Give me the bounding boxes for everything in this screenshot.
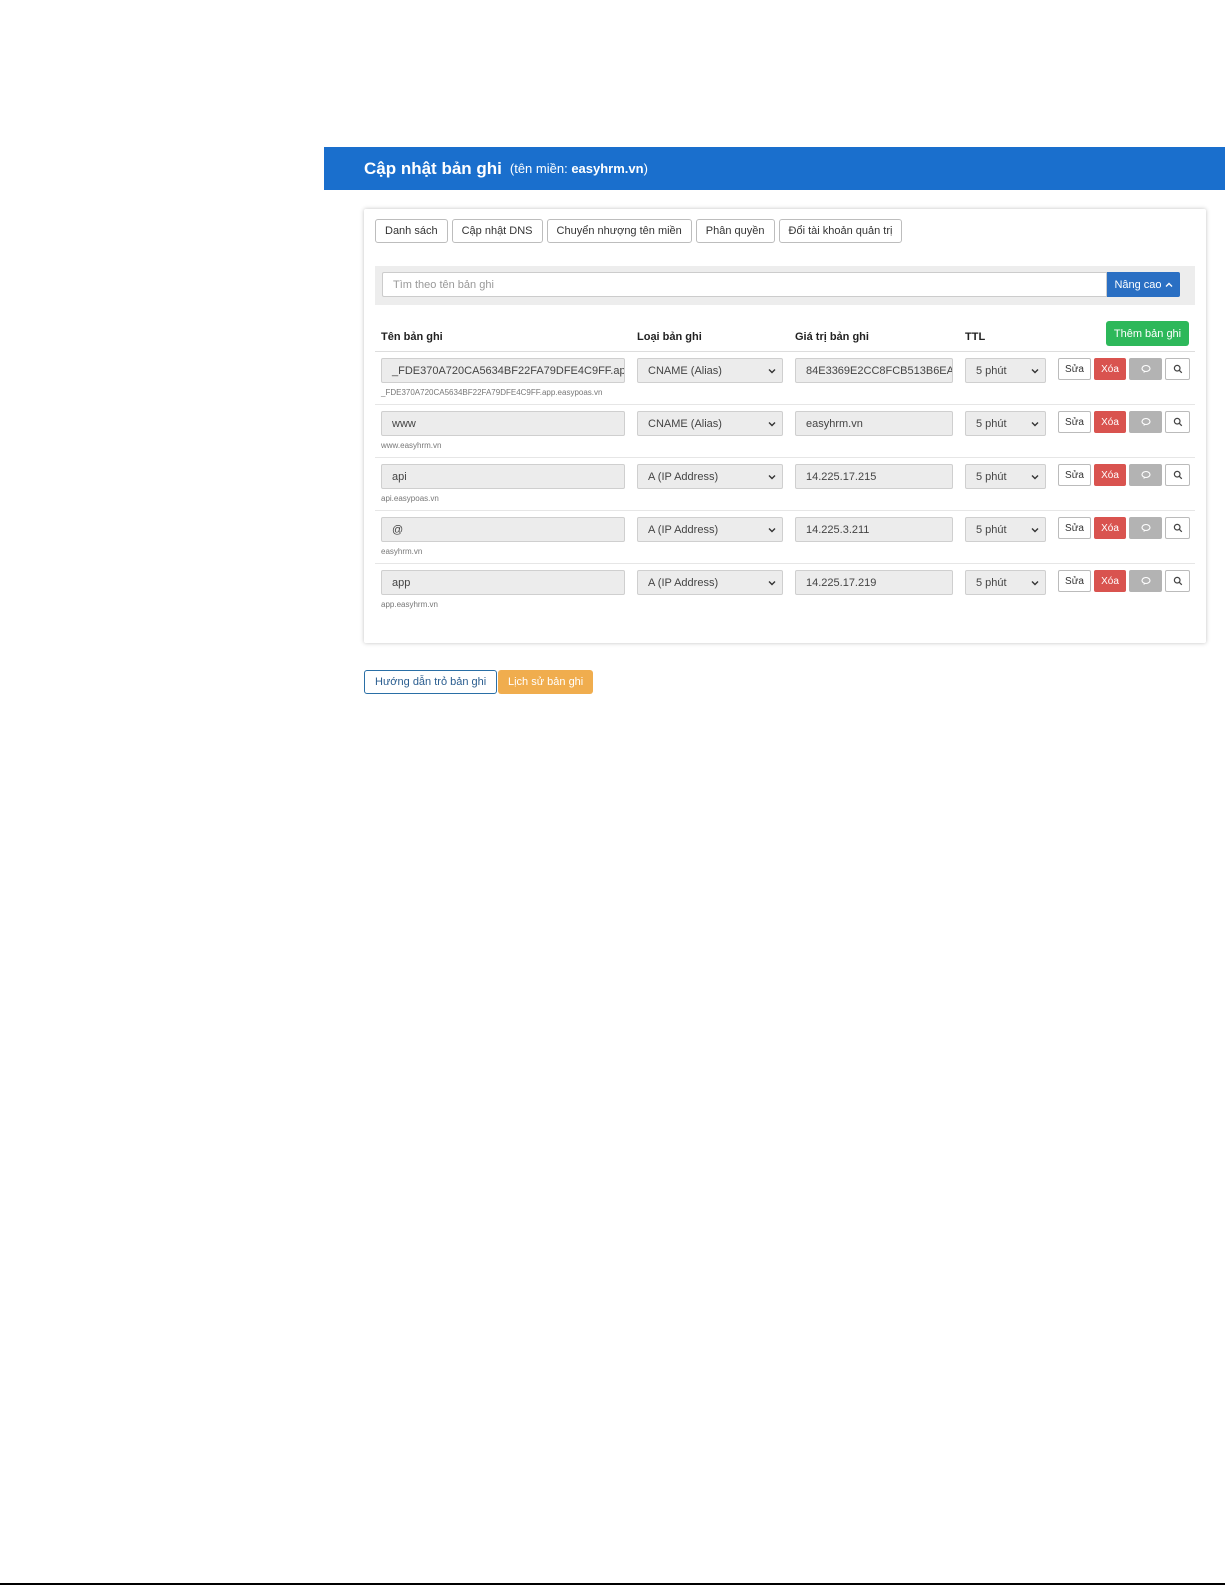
- chevron-down-icon: [1031, 422, 1039, 427]
- record-full-name: _FDE370A720CA5634BF22FA79DFE4C9FF.app.ea…: [381, 388, 603, 397]
- chevron-down-icon: [768, 581, 776, 586]
- page-header: Cập nhật bản ghi (tên miền: easyhrm.vn): [324, 147, 1225, 190]
- page-title: Cập nhật bản ghi: [364, 158, 502, 178]
- record-ttl-select[interactable]: 5 phút: [965, 358, 1046, 383]
- comment-button[interactable]: [1129, 411, 1162, 433]
- chevron-down-icon: [1031, 475, 1039, 480]
- search-input[interactable]: Tìm theo tên bản ghi: [382, 272, 1107, 297]
- record-ttl-select[interactable]: 5 phút: [965, 517, 1046, 542]
- chevron-down-icon: [1031, 581, 1039, 586]
- record-full-name: app.easyhrm.vn: [381, 600, 438, 609]
- comment-icon: [1140, 523, 1151, 532]
- delete-button[interactable]: Xóa: [1094, 570, 1126, 592]
- record-guide-button[interactable]: Hướng dẫn trỏ bản ghi: [364, 670, 498, 694]
- record-value-input[interactable]: 14.225.17.215: [795, 464, 953, 489]
- record-name-input[interactable]: api: [381, 464, 625, 489]
- chevron-down-icon: [768, 369, 776, 374]
- record-full-name: api.easypoas.vn: [381, 494, 439, 503]
- record-name-input[interactable]: _FDE370A720CA5634BF22FA79DFE4C9FF.app: [381, 358, 625, 383]
- tab-bar: Danh sách Cập nhật DNS Chuyển nhượng tên…: [375, 219, 903, 243]
- record-ttl-select[interactable]: 5 phút: [965, 464, 1046, 489]
- record-type-select[interactable]: CNAME (Alias): [637, 411, 783, 436]
- record-name-input[interactable]: @: [381, 517, 625, 542]
- column-header-type: Loại bản ghi: [637, 331, 702, 343]
- advanced-label: Nâng cao: [1114, 278, 1162, 291]
- edit-button[interactable]: Sửa: [1058, 517, 1091, 539]
- lookup-button[interactable]: [1165, 464, 1190, 486]
- edit-button[interactable]: Sửa: [1058, 570, 1091, 592]
- record-history-button[interactable]: Lịch sử bản ghi: [498, 670, 594, 694]
- lookup-button[interactable]: [1165, 517, 1190, 539]
- tab-transfer-domain[interactable]: Chuyển nhượng tên miền: [546, 219, 692, 243]
- lookup-button[interactable]: [1165, 411, 1190, 433]
- column-header-value: Giá trị bản ghi: [795, 331, 869, 343]
- comment-icon: [1140, 364, 1151, 373]
- chevron-down-icon: [768, 528, 776, 533]
- chevron-down-icon: [768, 422, 776, 427]
- record-name-input[interactable]: www: [381, 411, 625, 436]
- delete-button[interactable]: Xóa: [1094, 517, 1126, 539]
- search-icon: [1173, 523, 1182, 533]
- tab-permissions[interactable]: Phân quyền: [695, 219, 775, 243]
- record-value-input[interactable]: 14.225.3.211: [795, 517, 953, 542]
- record-value-input[interactable]: 14.225.17.219: [795, 570, 953, 595]
- edit-button[interactable]: Sửa: [1058, 358, 1091, 380]
- search-icon: [1173, 470, 1182, 480]
- lookup-button[interactable]: [1165, 358, 1190, 380]
- column-header-ttl: TTL: [965, 331, 986, 343]
- record-value-input[interactable]: easyhrm.vn: [795, 411, 953, 436]
- comment-icon: [1140, 470, 1151, 479]
- add-record-button[interactable]: Thêm bản ghi: [1106, 321, 1189, 346]
- records-panel: Danh sách Cập nhật DNS Chuyển nhượng tên…: [364, 209, 1206, 643]
- edit-button[interactable]: Sửa: [1058, 411, 1091, 433]
- search-bar: Tìm theo tên bản ghi Nâng cao: [375, 266, 1195, 305]
- chevron-up-icon: [1165, 282, 1173, 287]
- chevron-down-icon: [1031, 528, 1039, 533]
- comment-button[interactable]: [1129, 464, 1162, 486]
- tab-list[interactable]: Danh sách: [375, 219, 448, 243]
- delete-button[interactable]: Xóa: [1094, 358, 1126, 380]
- record-name-input[interactable]: app: [381, 570, 625, 595]
- search-icon: [1173, 576, 1182, 586]
- record-type-select[interactable]: A (IP Address): [637, 517, 783, 542]
- tab-change-admin[interactable]: Đổi tài khoản quản trị: [778, 219, 903, 243]
- domain-name: easyhrm.vn: [571, 161, 644, 176]
- chevron-down-icon: [1031, 369, 1039, 374]
- record-value-input[interactable]: 84E3369E2CC8FCB513B6EA: [795, 358, 953, 383]
- comment-button[interactable]: [1129, 570, 1162, 592]
- tab-update-dns[interactable]: Cập nhật DNS: [451, 219, 543, 243]
- comment-icon: [1140, 417, 1151, 426]
- comment-button[interactable]: [1129, 517, 1162, 539]
- record-full-name: www.easyhrm.vn: [381, 441, 442, 450]
- table-row: app app.easyhrm.vn A (IP Address) 14.225…: [375, 564, 1195, 617]
- delete-button[interactable]: Xóa: [1094, 464, 1126, 486]
- search-icon: [1173, 364, 1182, 374]
- column-header-name: Tên bản ghi: [381, 331, 443, 343]
- record-ttl-select[interactable]: 5 phút: [965, 411, 1046, 436]
- edit-button[interactable]: Sửa: [1058, 464, 1091, 486]
- table-row: api api.easypoas.vn A (IP Address) 14.22…: [375, 458, 1195, 511]
- lookup-button[interactable]: [1165, 570, 1190, 592]
- table-row: _FDE370A720CA5634BF22FA79DFE4C9FF.app _F…: [375, 352, 1195, 405]
- record-type-select[interactable]: A (IP Address): [637, 464, 783, 489]
- table-row: @ easyhrm.vn A (IP Address) 14.225.3.211…: [375, 511, 1195, 564]
- domain-label: (tên miền: easyhrm.vn): [509, 161, 648, 176]
- table-row: www www.easyhrm.vn CNAME (Alias) easyhrm…: [375, 405, 1195, 458]
- delete-button[interactable]: Xóa: [1094, 411, 1126, 433]
- record-ttl-select[interactable]: 5 phút: [965, 570, 1046, 595]
- record-full-name: easyhrm.vn: [381, 547, 423, 556]
- comment-icon: [1140, 576, 1151, 585]
- search-icon: [1173, 417, 1182, 427]
- comment-button[interactable]: [1129, 358, 1162, 380]
- record-type-select[interactable]: CNAME (Alias): [637, 358, 783, 383]
- record-type-select[interactable]: A (IP Address): [637, 570, 783, 595]
- chevron-down-icon: [768, 475, 776, 480]
- advanced-button[interactable]: Nâng cao: [1107, 272, 1180, 297]
